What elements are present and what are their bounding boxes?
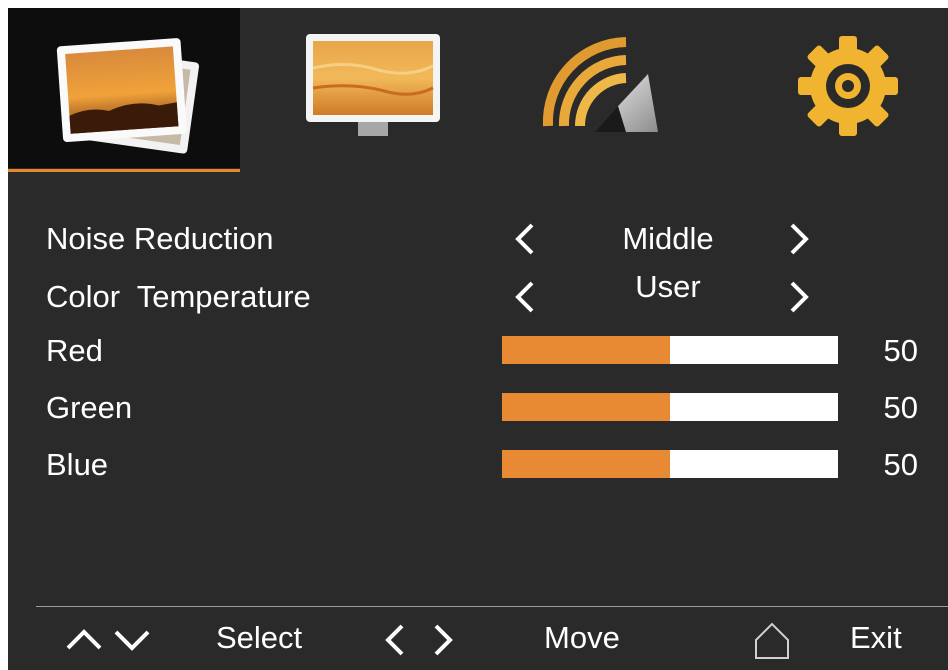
chevron-left-icon[interactable] [508,280,542,314]
osd-menu: Noise Reduction Middle Color Temperature… [8,8,948,670]
blue-value: 50 [883,447,918,482]
blue-slider[interactable] [502,450,838,478]
red-label: Red [46,333,103,368]
monitor-icon [306,34,440,136]
green-value: 50 [883,390,918,425]
active-tab-indicator [8,169,240,172]
tab-signal[interactable] [498,8,718,168]
row-blue[interactable]: Blue 50 [8,440,948,490]
row-noise-reduction[interactable]: Noise Reduction Middle [8,214,948,264]
tab-picture[interactable] [8,8,240,172]
tab-setup[interactable] [748,8,948,168]
menu-tabs [8,8,948,172]
wireless-signal-icon [542,37,658,132]
green-slider-fill [502,393,670,421]
chevron-right-icon[interactable] [782,222,816,256]
home-icon [755,622,789,659]
picture-photos-icon [56,38,200,154]
chevron-right-icon[interactable] [782,280,816,314]
row-green[interactable]: Green 50 [8,383,948,433]
color-temperature-value: User [635,269,701,304]
red-value: 50 [883,333,918,368]
exit-hint: Exit [850,620,902,655]
row-red[interactable]: Red 50 [8,326,948,376]
left-right-arrows-icon [385,624,453,656]
up-down-arrows-icon [66,629,150,651]
tab-display[interactable] [258,8,478,168]
blue-slider-fill [502,450,670,478]
noise-reduction-label: Noise Reduction [46,221,274,256]
red-slider[interactable] [502,336,838,364]
row-color-temperature[interactable]: Color Temperature User [8,269,948,322]
blue-label: Blue [46,447,109,482]
gear-icon [798,36,898,136]
green-label: Green [46,390,133,425]
noise-reduction-value: Middle [622,221,714,256]
select-hint: Select [216,620,303,655]
green-slider[interactable] [502,393,838,421]
help-bar-divider [36,606,948,607]
chevron-left-icon[interactable] [508,222,542,256]
move-hint: Move [544,620,620,655]
red-slider-fill [502,336,670,364]
color-temperature-label: Color Temperature [46,279,311,314]
